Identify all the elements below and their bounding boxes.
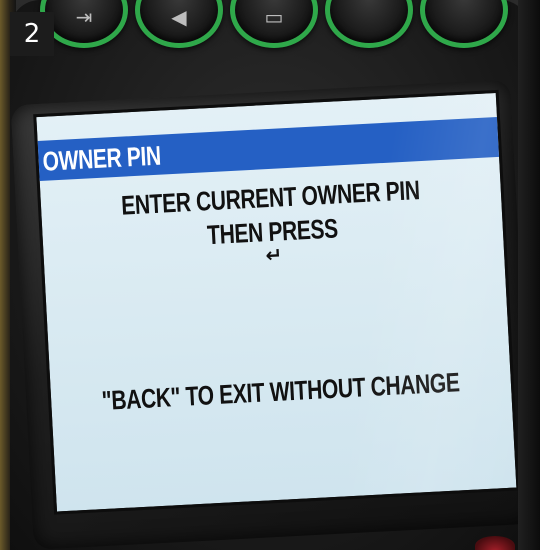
step-badge: 2 <box>10 12 54 56</box>
title-bar: OWNER PIN <box>37 116 500 181</box>
exit-instruction-text: "BACK" TO EXIT WITHOUT CHANGE <box>101 367 461 416</box>
keypad-row: ⇥ ◀ ▭ <box>40 0 520 52</box>
login-icon: ⇥ <box>75 5 93 29</box>
back-key[interactable]: ◀ <box>135 0 223 48</box>
screen-title: OWNER PIN <box>41 140 162 177</box>
red-button[interactable] <box>475 536 515 550</box>
screen-bezel: OWNER PIN ENTER CURRENT OWNER PIN THEN P… <box>10 79 534 550</box>
device-photo: ⇥ ◀ ▭ OWNER PIN ENTER CURRENT OWNER PIN … <box>0 0 540 550</box>
menu-icon: ▭ <box>264 5 284 29</box>
background-right <box>518 0 540 550</box>
menu-key[interactable]: ▭ <box>230 0 318 48</box>
device-body: ⇥ ◀ ▭ OWNER PIN ENTER CURRENT OWNER PIN … <box>10 0 534 550</box>
back-arrow-icon: ◀ <box>171 5 187 29</box>
exit-instruction: "BACK" TO EXIT WITHOUT CHANGE <box>51 365 512 420</box>
lcd-screen: OWNER PIN ENTER CURRENT OWNER PIN THEN P… <box>33 89 520 515</box>
soft-key-4[interactable] <box>325 0 413 48</box>
soft-key-5[interactable] <box>420 0 508 48</box>
